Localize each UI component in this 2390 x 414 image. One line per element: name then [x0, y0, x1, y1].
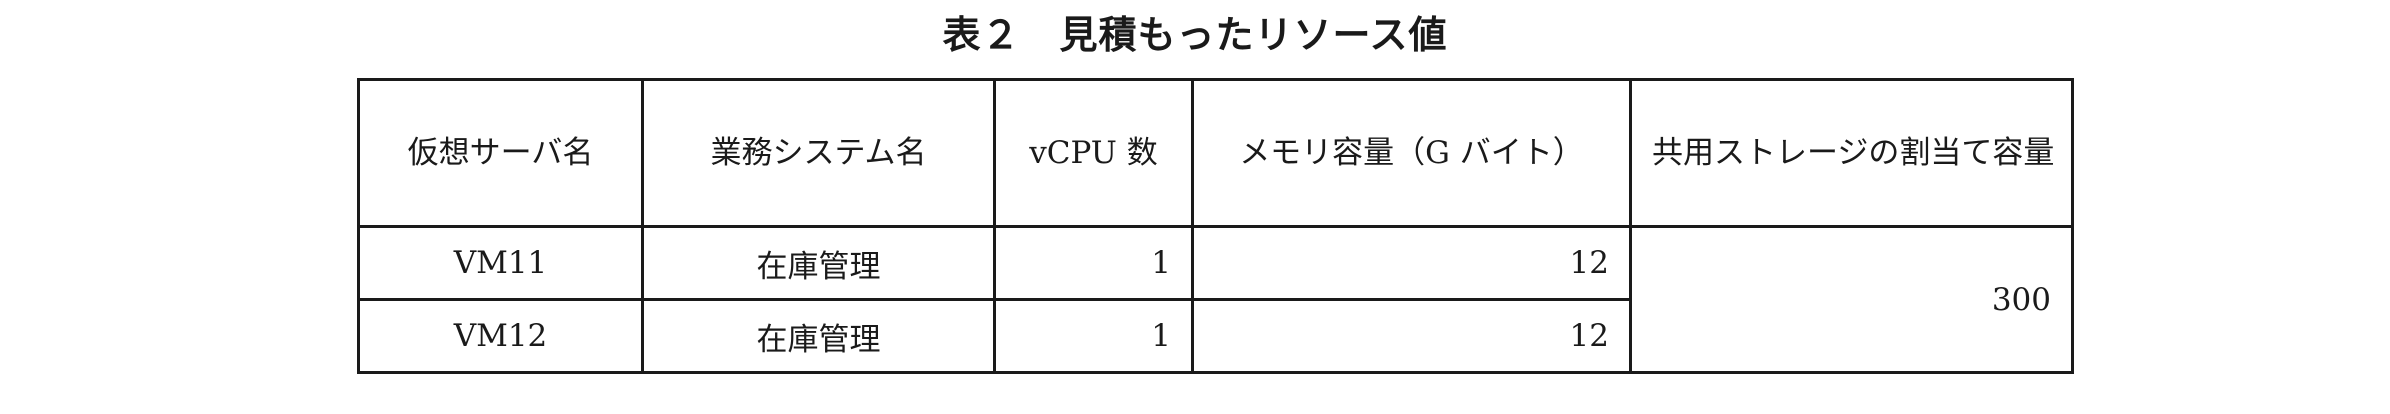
cell-vm-name: VM11 [357, 225, 644, 301]
header-memory-size: メモリ容量（G バイト） [1191, 78, 1632, 228]
header-system-name: 業務システム名 [641, 78, 996, 228]
resource-table: 仮想サーバ名 業務システム名 vCPU 数 メモリ容量（G バイト） 共用ストレ… [357, 78, 2074, 374]
cell-system-name: 在庫管理 [641, 225, 996, 301]
table-caption: 表２ 見積もったリソース値 [942, 13, 1448, 57]
cell-system-name: 在庫管理 [641, 298, 996, 374]
table-header-row: 仮想サーバ名 業務システム名 vCPU 数 メモリ容量（G バイト） 共用ストレ… [357, 78, 2074, 228]
cell-vcpu-count: 1 [993, 225, 1194, 301]
header-shared-storage: 共用ストレージの割当て容量（G バイト） [1629, 78, 2074, 228]
header-vcpu-count: vCPU 数 [993, 78, 1194, 228]
cell-vm-name: VM12 [357, 298, 644, 374]
cell-shared-storage: 300 [1629, 225, 2074, 374]
cell-memory-size: 12 [1191, 298, 1632, 374]
header-vm-name: 仮想サーバ名 [357, 78, 644, 228]
cell-vcpu-count: 1 [993, 298, 1194, 374]
table-row: VM11 在庫管理 1 12 300 [357, 225, 2074, 374]
cell-memory-size: 12 [1191, 225, 1632, 301]
